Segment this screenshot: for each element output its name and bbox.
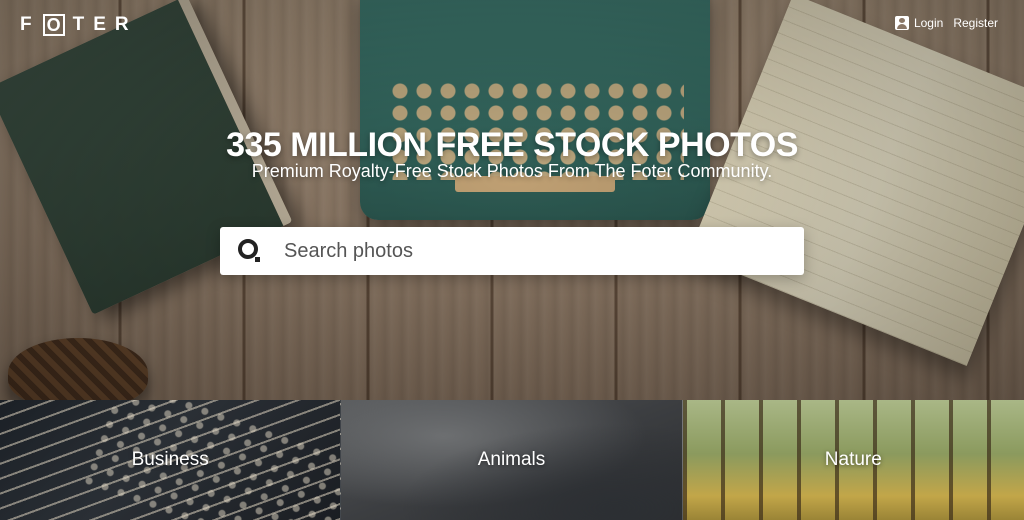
user-icon[interactable] bbox=[894, 16, 909, 30]
foter-logo[interactable]: F O TER bbox=[20, 14, 138, 36]
logo-letter-f: F bbox=[20, 14, 41, 35]
typewriter-image bbox=[360, 0, 710, 220]
hero-background bbox=[0, 0, 1024, 400]
category-tile-business[interactable]: Business bbox=[0, 400, 342, 520]
category-tile-nature[interactable]: Nature bbox=[682, 400, 1024, 520]
logo-boxed-letter: O bbox=[42, 14, 65, 36]
hero-headline: 335 MILLION FREE STOCK PHOTOS bbox=[226, 126, 798, 164]
category-tile-animals[interactable]: Animals bbox=[341, 400, 683, 520]
search-bar[interactable] bbox=[220, 227, 804, 275]
pine-cone-image bbox=[8, 338, 148, 400]
auth-links: Login Register bbox=[894, 16, 998, 30]
login-link[interactable]: Login bbox=[914, 16, 943, 30]
search-icon[interactable] bbox=[236, 237, 264, 265]
register-link[interactable]: Register bbox=[953, 16, 998, 30]
notebook-image bbox=[688, 0, 1024, 366]
logo-letters-ter: TER bbox=[72, 14, 138, 35]
search-input[interactable] bbox=[282, 230, 766, 272]
login-link-group[interactable]: Login bbox=[894, 16, 943, 30]
hero-subline: Premium Royalty-Free Stock Photos From T… bbox=[251, 161, 773, 181]
category-tiles: Business Animals Nature bbox=[0, 400, 1024, 520]
category-label-business: Business bbox=[131, 449, 209, 470]
category-label-animals: Animals bbox=[477, 449, 546, 470]
category-label-nature: Nature bbox=[824, 449, 882, 470]
